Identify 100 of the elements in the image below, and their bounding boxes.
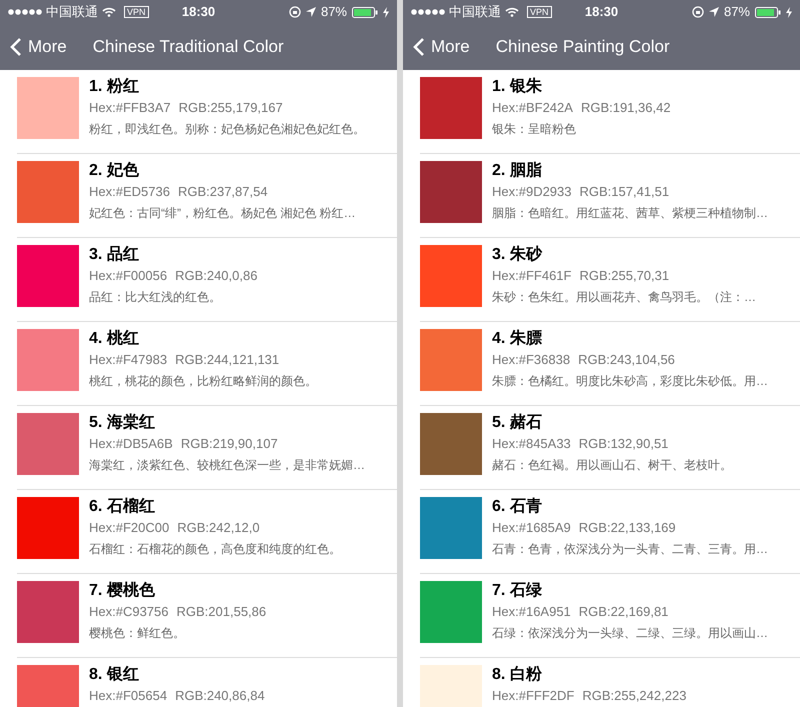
rgb-value: RGB:255,70,31 <box>579 267 670 285</box>
rgb-value: RGB:157,41,51 <box>580 183 670 201</box>
color-name: 1. 粉红 <box>89 76 140 97</box>
color-name: 1. 银朱 <box>492 76 543 97</box>
page-title: Chinese Traditional Color <box>92 36 284 58</box>
color-description: 赭石：色红褐。用以画山石、树干、老枝叶。 <box>492 457 732 474</box>
rgb-value: RGB:132,90,51 <box>578 435 668 453</box>
color-list-item[interactable]: 1. 粉红 Hex:#FFB3A7 RGB:255,179,167 粉红，即浅红色。别称：妃色杨妃色湘妃色妃红色。 <box>17 70 397 154</box>
color-name: 4. 桃红 <box>89 328 140 349</box>
clock-time: 18:30 <box>182 3 216 22</box>
color-list-item[interactable]: 3. 品红 Hex:#F00056 RGB:240,0,86 品红：比大红浅的红色。 <box>17 238 397 322</box>
color-list-item[interactable]: 2. 胭脂 Hex:#9D2933 RGB:157,41,51 胭脂：色暗红。用红蓝花、茜草、紫梗三种植物制… <box>420 154 800 238</box>
color-description: 品红：比大红浅的红色。 <box>89 289 222 306</box>
color-description: 妃红色：古同“绯”，粉红色。杨妃色 湘妃色 粉红… <box>89 205 356 222</box>
color-description: 朱砂：色朱红。用以画花卉、禽鸟羽毛。（注：… <box>492 289 756 306</box>
rgb-value: RGB:255,179,167 <box>178 99 283 117</box>
battery-icon <box>352 6 378 18</box>
hex-value: Hex:#C93756 <box>89 603 168 621</box>
signal-icon <box>8 9 42 15</box>
color-description: 银朱：呈暗粉色 <box>492 121 577 138</box>
location-arrow-icon <box>708 7 719 17</box>
color-list-item[interactable]: 8. 银红 Hex:#F05654 RGB:240,86,84 <box>17 658 397 707</box>
rotation-lock-icon <box>288 6 301 18</box>
charging-bolt-icon <box>383 6 389 18</box>
hex-value: Hex:#F05654 <box>89 687 168 705</box>
carrier-name: 中国联通 <box>46 3 98 22</box>
rgb-value: RGB:240,0,86 <box>175 267 258 285</box>
rgb-value: RGB:242,12,0 <box>177 519 260 537</box>
hex-value: Hex:#845A33 <box>492 435 571 453</box>
vpn-indicator: VPN <box>124 6 149 18</box>
back-button[interactable]: More <box>413 34 470 60</box>
color-name: 3. 朱砂 <box>492 244 544 265</box>
color-description: 胭脂：色暗红。用红蓝花、茜草、紫梗三种植物制… <box>492 205 768 222</box>
rgb-value: RGB:244,121,131 <box>175 351 280 369</box>
battery-percentage: 87% <box>320 3 347 22</box>
color-name: 3. 品红 <box>89 244 140 265</box>
color-list-item[interactable]: 2. 妃色 Hex:#ED5736 RGB:237,87,54 妃红色：古同“绯”，粉红色。杨妃色 湘妃色 粉红… <box>17 154 397 238</box>
color-description: 石绿：依深浅分为一头绿、二绿、三绿。用以画山… <box>492 625 768 642</box>
color-description: 樱桃色：鲜红色。 <box>89 625 186 642</box>
rgb-value: RGB:191,36,42 <box>580 99 671 117</box>
signal-icon <box>411 9 445 15</box>
rotation-lock-icon <box>692 6 704 18</box>
battery-percentage: 87% <box>724 3 750 22</box>
wifi-icon <box>102 7 116 17</box>
rgb-value: RGB:22,169,81 <box>578 603 668 621</box>
color-name: 2. 妃色 <box>89 160 140 181</box>
hex-value: Hex:#F00056 <box>89 267 168 285</box>
chevron-left-icon <box>10 37 22 57</box>
chevron-left-icon <box>413 37 425 57</box>
back-button[interactable]: More <box>10 34 67 60</box>
hex-value: Hex:#16A951 <box>492 603 571 621</box>
hex-value: Hex:#9D2933 <box>492 183 572 201</box>
color-name: 2. 胭脂 <box>492 160 543 181</box>
color-name: 5. 赭石 <box>492 412 543 433</box>
hex-value: Hex:#FFF2DF <box>492 687 574 705</box>
color-list-item[interactable]: 3. 朱砂 Hex:#FF461F RGB:255,70,31 朱砂：色朱红。用以画花卉、禽鸟羽毛。（注：… <box>420 238 800 322</box>
hex-value: Hex:#DB5A6B <box>89 435 173 453</box>
rgb-value: RGB:237,87,54 <box>178 183 268 201</box>
rgb-value: RGB:240,86,84 <box>175 687 265 705</box>
color-description: 石榴红：石榴花的颜色，高色度和纯度的红色。 <box>89 541 341 558</box>
color-description: 粉红，即浅红色。别称：妃色杨妃色湘妃色妃红色。 <box>89 121 365 138</box>
hex-value: Hex:#F20C00 <box>89 519 170 537</box>
color-description: 桃红，桃花的颜色，比粉红略鲜润的颜色。 <box>89 373 317 390</box>
hex-value: Hex:#FFB3A7 <box>89 99 171 117</box>
rgb-value: RGB:22,133,169 <box>578 519 676 537</box>
color-list-item[interactable]: 6. 石榴红 Hex:#F20C00 RGB:242,12,0 石榴红：石榴花的颜色，高色度和纯度的红色。 <box>17 490 397 574</box>
clock-time: 18:30 <box>584 3 618 22</box>
color-list-item[interactable]: 7. 樱桃色 Hex:#C93756 RGB:201,55,86 樱桃色：鲜红色。 <box>17 574 397 658</box>
color-list-item[interactable]: 8. 白粉 Hex:#FFF2DF RGB:255,242,223 <box>420 658 800 707</box>
hex-value: Hex:#F36838 <box>492 351 570 369</box>
color-description: 海棠红，淡紫红色、较桃红色深一些，是非常妩媚… <box>89 457 365 474</box>
color-description: 石青：色青，依深浅分为一头青、二青、三青。用… <box>492 541 768 558</box>
color-list-item[interactable]: 4. 桃红 Hex:#F47983 RGB:244,121,131 桃红，桃花的颜色，比粉红略鲜润的颜色。 <box>17 322 397 406</box>
hex-value: Hex:#BF242A <box>492 99 573 117</box>
wifi-icon <box>505 7 519 17</box>
color-list-item[interactable]: 5. 赭石 Hex:#845A33 RGB:132,90,51 赭石：色红褐。用以画山石、树干、老枝叶。 <box>420 406 800 490</box>
battery-icon <box>755 6 781 18</box>
color-list-item[interactable]: 7. 石绿 Hex:#16A951 RGB:22,169,81 石绿：依深浅分为一头绿、二绿、三绿。用以画山… <box>420 574 800 658</box>
hex-value: Hex:#F47983 <box>89 351 168 369</box>
color-name: 5. 海棠红 <box>89 412 156 433</box>
color-list-item[interactable]: 4. 朱膘 Hex:#F36838 RGB:243,104,56 朱膘：色橘红。明度比朱砂高，彩度比朱砂低。用… <box>420 322 800 406</box>
color-list-item[interactable]: 1. 银朱 Hex:#BF242A RGB:191,36,42 银朱：呈暗粉色 <box>420 70 800 154</box>
color-list-item[interactable]: 6. 石青 Hex:#1685A9 RGB:22,133,169 石青：色青，依深浅分为一头青、二青、三青。用… <box>420 490 800 574</box>
rgb-value: RGB:255,242,223 <box>582 687 686 705</box>
location-arrow-icon <box>306 7 316 17</box>
rgb-value: RGB:243,104,56 <box>578 351 675 369</box>
page-title: Chinese Painting Color <box>496 36 670 58</box>
color-name: 8. 白粉 <box>492 664 543 685</box>
color-description: 朱膘：色橘红。明度比朱砂高，彩度比朱砂低。用… <box>492 373 768 390</box>
color-name: 7. 樱桃色 <box>89 580 156 601</box>
color-name: 4. 朱膘 <box>492 328 543 349</box>
color-name: 6. 石榴红 <box>89 496 156 517</box>
charging-bolt-icon <box>786 6 792 18</box>
rgb-value: RGB:219,90,107 <box>180 435 278 453</box>
color-list-item[interactable]: 5. 海棠红 Hex:#DB5A6B RGB:219,90,107 海棠红，淡紫红色、较桃红色深一些，是非常妩媚… <box>17 406 397 490</box>
color-name: 6. 石青 <box>492 496 543 517</box>
hex-value: Hex:#1685A9 <box>492 519 571 537</box>
color-name: 7. 石绿 <box>492 581 543 601</box>
hex-value: Hex:#ED5736 <box>89 183 170 201</box>
color-name: 8. 银红 <box>89 664 140 685</box>
